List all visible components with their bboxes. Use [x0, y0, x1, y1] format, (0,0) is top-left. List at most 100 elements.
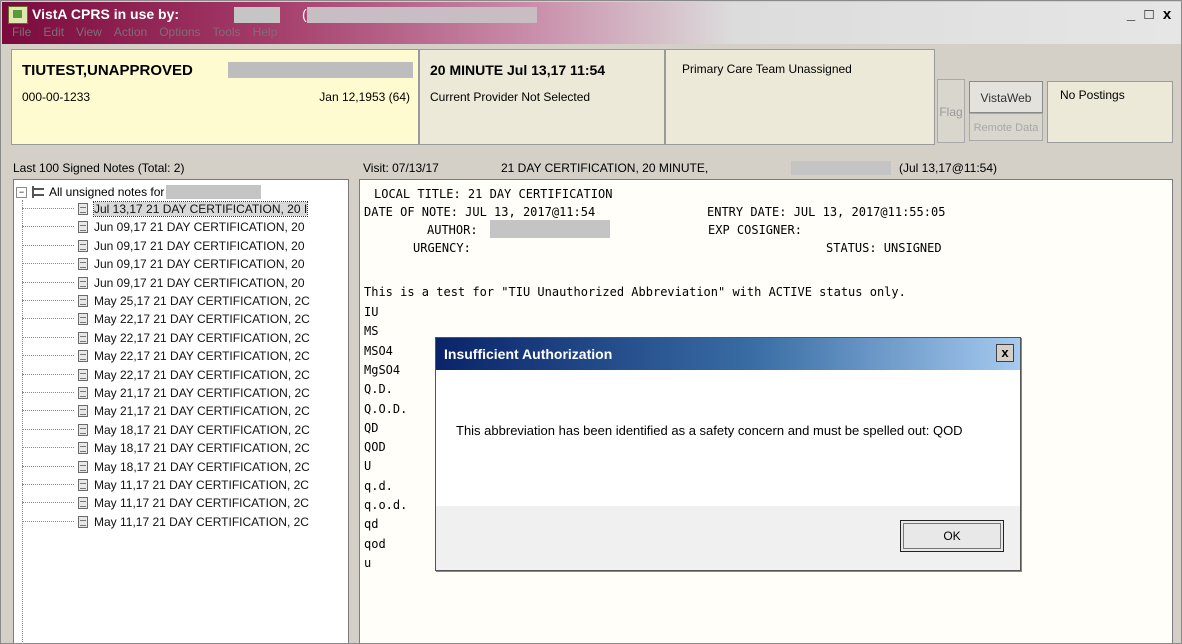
note-list-item[interactable]: May 22,17 21 DAY CERTIFICATION, 2C: [22, 310, 310, 328]
menu-options[interactable]: Options: [159, 25, 200, 39]
close-button[interactable]: x: [1160, 6, 1174, 23]
window-title-paren: (: [302, 6, 307, 22]
tree-connector: [22, 226, 74, 228]
redacted-server: [307, 7, 537, 23]
remote-data-button[interactable]: Remote Data: [969, 113, 1043, 141]
note-list-item[interactable]: May 22,17 21 DAY CERTIFICATION, 2C: [22, 366, 310, 384]
abbreviation-line: IU: [364, 305, 379, 319]
note-document-icon: [78, 258, 88, 271]
note-list-item[interactable]: Jun 09,17 21 DAY CERTIFICATION, 20: [22, 274, 305, 292]
note-list-item[interactable]: May 18,17 21 DAY CERTIFICATION, 2C: [22, 439, 310, 457]
ok-button[interactable]: OK: [900, 520, 1004, 552]
tree-connector: [22, 520, 74, 523]
note-list-item-label: Jun 09,17 21 DAY CERTIFICATION, 20: [94, 257, 305, 272]
note-document-icon: [78, 368, 88, 381]
menu-view[interactable]: View: [76, 25, 102, 39]
note-list-item[interactable]: May 25,17 21 DAY CERTIFICATION, 2C: [22, 292, 310, 310]
note-list-item[interactable]: Jul 13,17 21 DAY CERTIFICATION, 20 I: [22, 200, 309, 218]
note-list-item-label: May 11,17 21 DAY CERTIFICATION, 2C: [94, 478, 309, 492]
redacted-user: [234, 7, 280, 23]
note-list-item-label: May 18,17 21 DAY CERTIFICATION, 2C: [94, 441, 310, 456]
primary-care-team: Primary Care Team Unassigned: [682, 62, 852, 76]
abbreviation-line: MSO4: [364, 343, 393, 358]
note-list-item[interactable]: Jun 09,17 21 DAY CERTIFICATION, 20: [22, 218, 305, 236]
tree-connector: [22, 355, 74, 357]
postings-panel[interactable]: No Postings: [1047, 81, 1173, 143]
notes-list-caption: Last 100 Signed Notes (Total: 2): [13, 161, 185, 175]
visit-header[interactable]: 20 MINUTE Jul 13,17 11:54 Current Provid…: [419, 49, 665, 145]
note-document-icon: [78, 479, 88, 491]
note-list-item[interactable]: May 21,17 21 DAY CERTIFICATION, 2C: [22, 384, 310, 402]
primary-care-header[interactable]: Primary Care Team Unassigned: [665, 49, 935, 145]
note-exp-cosigner: EXP COSIGNER:: [708, 223, 802, 237]
note-list-item-label: Jul 13,17 21 DAY CERTIFICATION, 20 I: [92, 201, 309, 217]
note-document-icon: [78, 221, 88, 234]
note-list-item-label: May 22,17 21 DAY CERTIFICATION, 2C: [94, 349, 310, 364]
note-list-item[interactable]: May 11,17 21 DAY CERTIFICATION, 2C: [22, 476, 309, 494]
note-list-item[interactable]: May 22,17 21 DAY CERTIFICATION, 2C: [22, 329, 310, 347]
note-list-item[interactable]: May 11,17 21 DAY CERTIFICATION, 2C: [22, 513, 309, 531]
cprs-app-icon: [8, 6, 28, 24]
patient-name: TIUTEST,UNAPPROVED: [22, 62, 193, 79]
flag-button[interactable]: Flag: [937, 79, 965, 143]
note-document-icon: [78, 276, 88, 289]
vistaweb-button[interactable]: VistaWeb: [969, 81, 1043, 113]
note-list-item[interactable]: May 18,17 21 DAY CERTIFICATION, 2C: [22, 421, 310, 439]
title-bar[interactable]: VistA CPRS in use by: ( _ □ x File Edit …: [2, 2, 1181, 44]
notes-tree[interactable]: − All unsigned notes for Jul 13,17 21 DA…: [13, 179, 349, 643]
note-document-icon: [78, 515, 88, 528]
abbreviation-line: MgSO4: [364, 362, 401, 377]
note-list-item-label: Jun 09,17 21 DAY CERTIFICATION, 20: [94, 238, 305, 253]
note-document-icon: [78, 350, 88, 363]
abbreviation-line: q.o.d.: [364, 498, 408, 512]
menu-help[interactable]: Help: [253, 25, 278, 39]
abbreviation-line: QOD: [364, 440, 386, 455]
dialog-close-icon[interactable]: x: [996, 344, 1014, 362]
note-list-item[interactable]: May 21,17 21 DAY CERTIFICATION, 2C: [22, 402, 310, 420]
menu-edit[interactable]: Edit: [43, 25, 64, 39]
note-status: STATUS: UNSIGNED: [826, 241, 942, 255]
note-date: DATE OF NOTE: JUL 13, 2017@11:54: [364, 205, 596, 219]
note-list-item-label: May 21,17 21 DAY CERTIFICATION, 2C: [94, 386, 310, 400]
redacted-caption: [791, 161, 891, 175]
tree-connector: [22, 336, 74, 339]
note-entry-date: ENTRY DATE: JUL 13, 2017@11:55:05: [707, 205, 946, 219]
dialog-body: This abbreviation has been identified as…: [436, 370, 1020, 506]
note-list-item-label: May 11,17 21 DAY CERTIFICATION, 2C: [94, 496, 309, 511]
tree-connector: [22, 244, 74, 247]
redacted-patient-name: [166, 185, 262, 199]
maximize-button[interactable]: □: [1142, 6, 1156, 23]
visit-location-date: 20 MINUTE Jul 13,17 11:54: [430, 62, 606, 78]
collapse-icon[interactable]: −: [16, 186, 27, 198]
dialog-title-bar[interactable]: Insufficient Authorization x: [436, 338, 1020, 370]
note-author-label: AUTHOR:: [427, 223, 478, 237]
note-list-item[interactable]: May 22,17 21 DAY CERTIFICATION, 2C: [22, 347, 310, 365]
note-list-item[interactable]: Jun 09,17 21 DAY CERTIFICATION, 20: [22, 255, 305, 273]
note-document-icon: [78, 203, 88, 215]
note-document-icon: [78, 497, 88, 510]
window-title: VistA CPRS in use by:: [32, 6, 180, 22]
patient-dob-age: Jan 12,1953 (64): [319, 90, 410, 104]
minimize-button[interactable]: _: [1124, 6, 1138, 23]
note-list-item-label: May 11,17 21 DAY CERTIFICATION, 2C: [94, 514, 309, 529]
note-list-item[interactable]: May 18,17 21 DAY CERTIFICATION, 2C: [22, 458, 310, 476]
note-list-item[interactable]: May 11,17 21 DAY CERTIFICATION, 2C: [22, 494, 309, 512]
note-list-item[interactable]: Jun 09,17 21 DAY CERTIFICATION, 20: [22, 237, 305, 255]
window-controls: _ □ x: [1124, 6, 1174, 23]
abbreviation-line: U: [364, 459, 372, 474]
note-list-item-label: May 18,17 21 DAY CERTIFICATION, 2C: [94, 459, 310, 474]
abbreviation-line: qod: [364, 536, 386, 551]
menu-file[interactable]: File: [12, 25, 31, 39]
patient-header[interactable]: TIUTEST,UNAPPROVED 000-00-1233 Jan 12,19…: [11, 49, 419, 145]
tree-root-node[interactable]: − All unsigned notes for: [16, 184, 262, 200]
dialog-message: This abbreviation has been identified as…: [456, 423, 963, 438]
menu-tools[interactable]: Tools: [213, 25, 241, 39]
note-body-text: This is a test for "TIU Unauthorized Abb…: [364, 285, 906, 299]
insufficient-authorization-dialog: Insufficient Authorization x This abbrev…: [435, 337, 1021, 571]
menu-action[interactable]: Action: [114, 25, 147, 39]
abbreviation-line: qd: [364, 517, 379, 532]
note-list-item-label: May 21,17 21 DAY CERTIFICATION, 2C: [94, 404, 310, 419]
note-document-icon: [78, 423, 88, 436]
note-list-item-label: May 22,17 21 DAY CERTIFICATION, 2C: [94, 367, 310, 382]
note-document-icon: [78, 313, 88, 326]
